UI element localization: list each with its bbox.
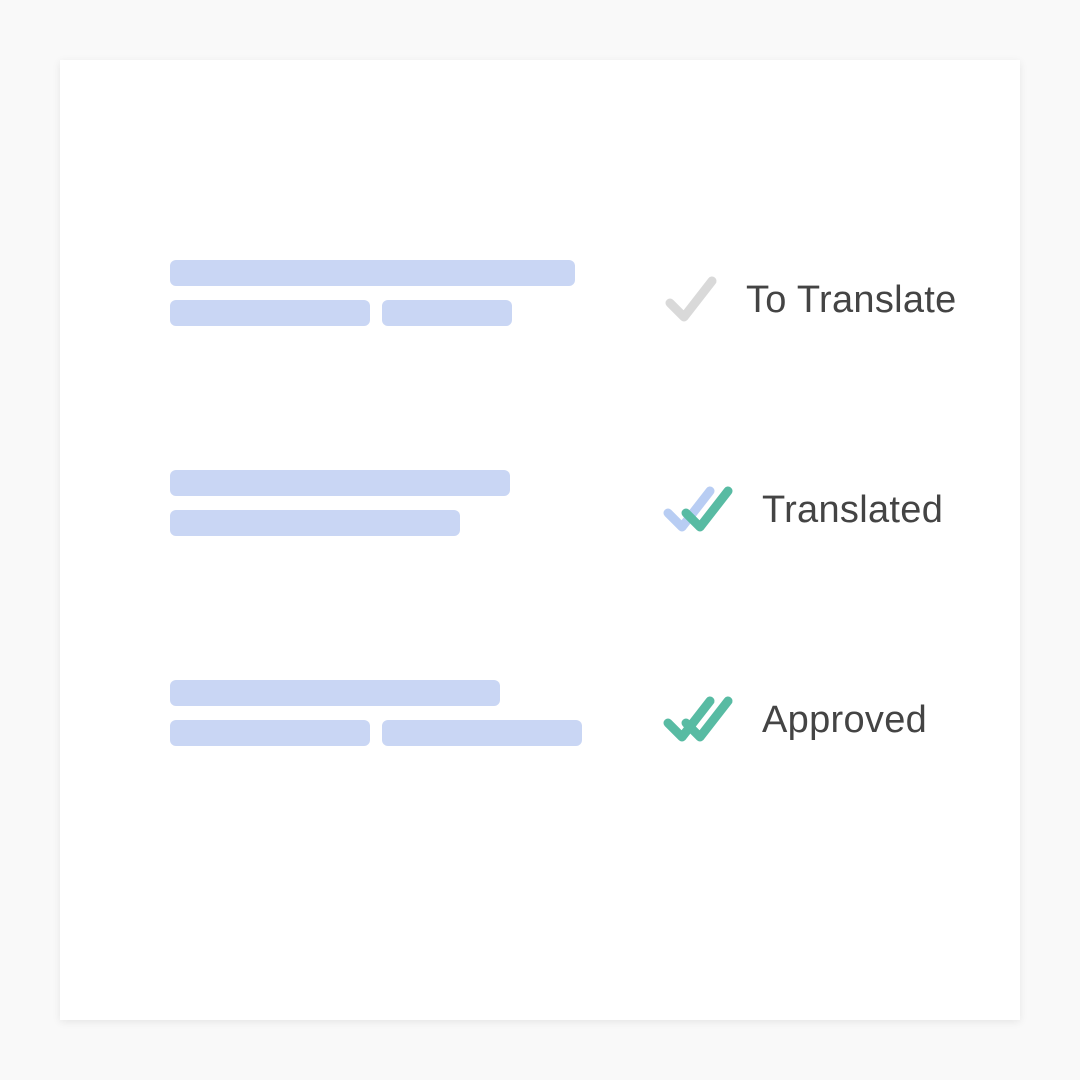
- text-placeholder-lines: [170, 260, 590, 340]
- check-double-teal-icon: [660, 689, 738, 751]
- check-single-grey-icon: [660, 269, 722, 331]
- status-legend-card: To Translate Translated: [60, 60, 1020, 1020]
- status-label: To Translate: [746, 279, 957, 322]
- status-row-approved: Approved: [170, 680, 930, 760]
- status-row-translated: Translated: [170, 470, 930, 550]
- text-placeholder-lines: [170, 470, 590, 550]
- text-placeholder-lines: [170, 680, 590, 760]
- status-indicator: Translated: [660, 479, 943, 541]
- check-double-blue-teal-icon: [660, 479, 738, 541]
- status-indicator: To Translate: [660, 269, 957, 331]
- status-label: Translated: [762, 489, 943, 532]
- status-row-to-translate: To Translate: [170, 260, 930, 340]
- status-label: Approved: [762, 699, 927, 742]
- status-indicator: Approved: [660, 689, 927, 751]
